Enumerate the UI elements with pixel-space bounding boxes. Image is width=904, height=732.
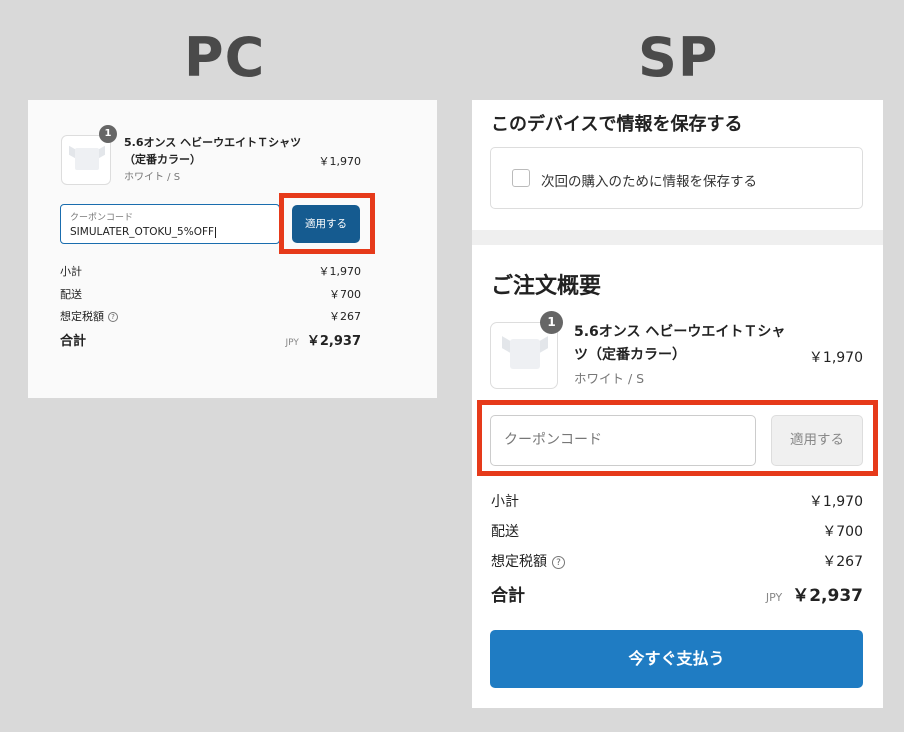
product-name: 5.6オンス ヘビーウエイトＴシャツ（定番カラー） (124, 136, 302, 166)
save-info-title: このデバイスで情報を保存する (491, 114, 743, 135)
tax-label: 想定税額 (60, 310, 104, 323)
pc-heading: PC (184, 26, 266, 89)
subtotal-value: ￥1,970 (318, 265, 362, 278)
tax-value: ￥267 (329, 310, 361, 323)
coupon-input[interactable]: クーポンコード SIMULATER_OTOKU_5%OFF (60, 204, 280, 244)
total-value: ￥2,937 (306, 334, 361, 349)
save-info-checkbox[interactable] (512, 169, 530, 187)
sp-heading: SP (638, 26, 719, 89)
quantity-badge: 1 (540, 311, 563, 334)
shipping-label: 配送 (491, 524, 519, 540)
tax-value: ￥267 (822, 554, 863, 570)
text-caret (215, 226, 217, 238)
subtotal-label: 小計 (491, 494, 519, 510)
coupon-input-value[interactable]: SIMULATER_OTOKU_5%OFF (70, 226, 217, 238)
coupon-input[interactable]: クーポンコード (490, 415, 756, 466)
help-icon[interactable]: ? (552, 555, 565, 569)
subtotal-row: 小計 ￥1,970 (60, 263, 361, 279)
help-icon[interactable]: ? (108, 312, 118, 322)
pay-now-button[interactable]: 今すぐ支払う (490, 630, 863, 688)
product-price: ￥1,970 (318, 155, 362, 168)
shipping-value: ￥700 (822, 524, 863, 540)
save-info-label[interactable]: 次回の購入のために情報を保存する (541, 170, 757, 190)
total-label: 合計 (60, 334, 87, 349)
save-info-box: 次回の購入のために情報を保存する (490, 147, 863, 209)
shipping-row: 配送 ￥700 (491, 521, 863, 541)
subtotal-row: 小計 ￥1,970 (491, 491, 863, 511)
currency-code: JPY (765, 591, 783, 604)
apply-coupon-button[interactable]: 適用する (771, 415, 863, 466)
total-value: ￥2,937 (792, 586, 863, 606)
pc-checkout-panel: 1 5.6オンス ヘビーウエイトＴシャツ（定番カラー） ホワイト / S ￥1,… (28, 100, 437, 398)
shipping-label: 配送 (60, 288, 82, 301)
product-thumbnail (61, 135, 111, 185)
coupon-input-label: クーポンコード (70, 213, 134, 223)
tax-row: 想定税額? ￥267 (491, 551, 863, 571)
sp-checkout-panel: このデバイスで情報を保存する 次回の購入のために情報を保存する ご注文概要 1 … (472, 100, 883, 708)
shipping-row: 配送 ￥700 (60, 286, 361, 302)
subtotal-label: 小計 (60, 265, 82, 278)
tax-row: 想定税額? ￥267 (60, 308, 361, 324)
quantity-badge: 1 (99, 125, 117, 143)
product-price: ￥1,970 (808, 350, 863, 366)
total-row: 合計 JPY ￥2,937 (60, 330, 361, 349)
total-label: 合計 (491, 586, 525, 606)
subtotal-value: ￥1,970 (808, 494, 863, 510)
order-summary-title: ご注文概要 (491, 274, 602, 299)
total-row: 合計 JPY ￥2,937 (491, 581, 863, 606)
tax-label: 想定税額 (491, 554, 547, 570)
shipping-value: ￥700 (329, 288, 361, 301)
product-variant: ホワイト / S (574, 371, 645, 386)
currency-code: JPY (285, 338, 299, 348)
product-name: 5.6オンス ヘビーウエイトＴシャツ（定番カラー） (574, 324, 786, 363)
section-divider (472, 230, 883, 245)
product-variant: ホワイト / S (124, 172, 181, 183)
apply-coupon-button[interactable]: 適用する (292, 205, 360, 243)
